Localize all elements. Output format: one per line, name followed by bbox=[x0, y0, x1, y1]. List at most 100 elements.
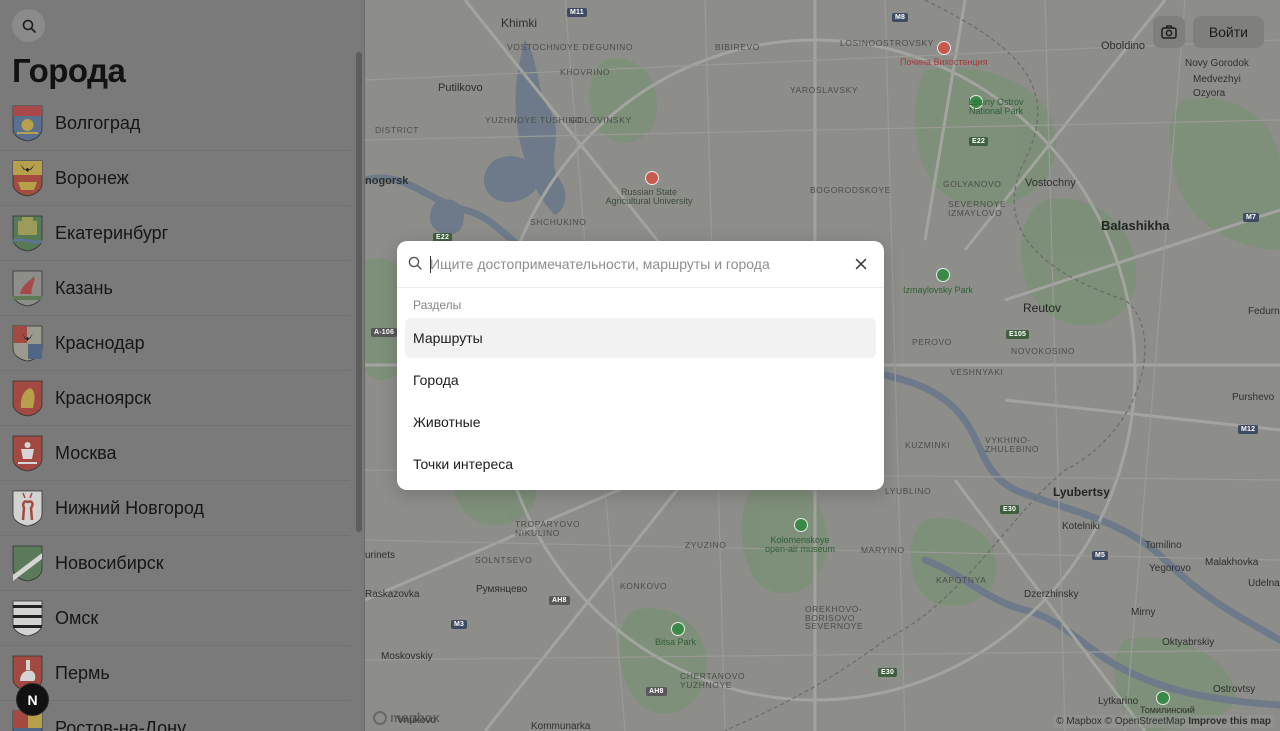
map-label-district: TROPARYOVO NIKULINO bbox=[515, 519, 581, 538]
map-label-city-balashikha: Balashikha bbox=[1101, 218, 1170, 233]
map-label-city-lyubertsy: Lyubertsy bbox=[1053, 485, 1110, 499]
city-list: Волгоград Воронеж Екатеринбург Казань Кр… bbox=[0, 96, 350, 731]
road-shield: M11 bbox=[567, 8, 587, 17]
city-item-nizhny-novgorod[interactable]: Нижний Новгород bbox=[0, 481, 350, 536]
map-label-town: Томилинский bbox=[1140, 705, 1195, 715]
map-label-town: Румянцево bbox=[476, 584, 528, 595]
mapbox-logo-text: mapbox bbox=[390, 710, 440, 725]
road-shield: M8 bbox=[892, 13, 909, 22]
yekaterinburg-coat-of-arms-icon bbox=[12, 215, 43, 252]
road-shield: A-106 bbox=[371, 328, 398, 337]
menu-item-label: Маршруты bbox=[413, 330, 483, 346]
novosibirsk-coat-of-arms-icon bbox=[12, 545, 43, 582]
map-label-district: BIBIREVO bbox=[715, 42, 760, 52]
mapbox-logo[interactable]: mapbox bbox=[373, 710, 440, 725]
map-label-khimki: Khimki bbox=[501, 16, 538, 30]
map-label-district: BOGORODSKOYE bbox=[810, 185, 891, 195]
university-pin-icon[interactable] bbox=[645, 171, 659, 185]
menu-item-routes[interactable]: Маршруты bbox=[405, 318, 876, 358]
map-label-town: Purshevo bbox=[1232, 392, 1275, 403]
map-label-town: Fedurn bbox=[1248, 306, 1280, 317]
search-input[interactable] bbox=[430, 252, 840, 276]
map-label-district: YAROSLAVSKY bbox=[790, 85, 859, 95]
city-name: Омск bbox=[55, 608, 99, 628]
museum-pin-icon[interactable] bbox=[794, 518, 808, 532]
map-label-district: CHERTANOVO YUZHNOYE bbox=[680, 671, 746, 690]
map-label-town: Lytkarino bbox=[1098, 696, 1139, 707]
moscow-coat-of-arms-icon bbox=[12, 435, 43, 472]
park-pin-icon[interactable] bbox=[936, 268, 950, 282]
map-label-town: Yegorovo bbox=[1149, 563, 1191, 574]
road-shield: M7 bbox=[1243, 213, 1260, 222]
city-item-rostov-on-don[interactable]: Ростов-на-Дону bbox=[0, 701, 350, 731]
map-label-district: NOVOKOSINO bbox=[1011, 346, 1076, 356]
map-label-district: GOLOVINSKY bbox=[570, 115, 632, 125]
city-item-krasnoyarsk[interactable]: Красноярск bbox=[0, 371, 350, 426]
map-label-town: Putilkovo bbox=[438, 82, 483, 94]
menu-item-points-of-interest[interactable]: Точки интереса bbox=[405, 444, 876, 484]
city-name: Пермь bbox=[55, 663, 110, 683]
cities-sidebar: Города Волгоград Воронеж Екатеринбург Ка… bbox=[0, 0, 365, 731]
sidebar-search-button[interactable] bbox=[12, 9, 45, 42]
road-shield: E105 bbox=[1006, 330, 1030, 339]
city-name: Нижний Новгород bbox=[55, 498, 205, 518]
city-item-yekaterinburg[interactable]: Екатеринбург bbox=[0, 206, 350, 261]
map-label-town: Dzerzhinsky bbox=[1024, 589, 1079, 600]
city-item-voronezh[interactable]: Воронеж bbox=[0, 151, 350, 206]
map-label-district: DISTRICT bbox=[375, 125, 419, 135]
map-label-district: SOLNTSEVO bbox=[475, 555, 533, 565]
city-name: Волгоград bbox=[55, 113, 141, 133]
volgograd-coat-of-arms-icon bbox=[12, 105, 43, 142]
road-shield: E22 bbox=[969, 137, 989, 146]
attribution-mapbox-link[interactable]: © Mapbox bbox=[1056, 716, 1102, 727]
city-name: Москва bbox=[55, 443, 117, 463]
city-item-omsk[interactable]: Омск bbox=[0, 591, 350, 646]
map-label-town: Oktyabrskiy bbox=[1162, 637, 1215, 648]
city-item-krasnodar[interactable]: Краснодар bbox=[0, 316, 350, 371]
road-shield: M3 bbox=[451, 620, 468, 629]
city-item-volgograd[interactable]: Волгоград bbox=[0, 96, 350, 151]
attribution-osm-link[interactable]: © OpenStreetMap bbox=[1105, 716, 1186, 727]
search-icon bbox=[408, 256, 422, 270]
city-item-moscow[interactable]: Москва bbox=[0, 426, 350, 481]
city-name: Ростов-на-Дону bbox=[55, 718, 187, 731]
city-item-novosibirsk[interactable]: Новосибирск bbox=[0, 536, 350, 591]
city-name: Воронеж bbox=[55, 168, 129, 188]
map-label-town: Medvezhyi bbox=[1193, 74, 1241, 85]
close-icon[interactable] bbox=[854, 257, 868, 271]
map-label-district: VESHNYAKI bbox=[950, 367, 1004, 377]
sidebar-scrollbar[interactable] bbox=[356, 52, 362, 532]
map-label-town: nogorsk bbox=[365, 175, 409, 187]
map-label-town: Moskovskiy bbox=[381, 651, 433, 662]
city-item-kazan[interactable]: Казань bbox=[0, 261, 350, 316]
map-label-district: GOLYANOVO bbox=[943, 179, 1002, 189]
park-pin-icon[interactable] bbox=[671, 622, 685, 636]
map-label-museum: Kolomenskoye open-air museum bbox=[764, 535, 836, 554]
map-label-district: VOSTOCHNOYE DEGUNINO bbox=[507, 42, 634, 52]
city-name: Красноярск bbox=[55, 388, 152, 408]
text-caret bbox=[430, 256, 431, 273]
city-name: Екатеринбург bbox=[55, 223, 169, 243]
map-label-district: KUZMINKI bbox=[905, 440, 951, 450]
menu-item-label: Города bbox=[413, 372, 459, 388]
hospital-pin-icon[interactable] bbox=[937, 41, 951, 55]
menu-item-animals[interactable]: Животные bbox=[405, 402, 876, 442]
menu-item-cities[interactable]: Города bbox=[405, 360, 876, 400]
park-pin-icon[interactable] bbox=[1156, 691, 1170, 705]
map-label-district: PEROVO bbox=[912, 337, 952, 347]
map-label-town: Ozyora bbox=[1193, 88, 1226, 99]
map-label-town: Oboldino bbox=[1101, 40, 1146, 52]
improve-map-link[interactable]: Improve this map bbox=[1188, 716, 1271, 727]
map-label-town: Vostochny bbox=[1025, 177, 1076, 189]
map-label-town: Ostrovtsy bbox=[1213, 684, 1256, 695]
map-label-district: KAPOTNYA bbox=[936, 575, 987, 585]
city-item-perm[interactable]: Пермь bbox=[0, 646, 350, 701]
map-label-town: Kommunarka bbox=[531, 721, 591, 731]
login-button[interactable]: Войти bbox=[1192, 16, 1264, 48]
sidebar-title: Города bbox=[12, 52, 126, 89]
map-label-district: OREKHOVO-BORISOVO SEVERNOYE bbox=[805, 604, 864, 631]
screenshot-button[interactable] bbox=[1152, 16, 1185, 48]
map-label-town: Mirny bbox=[1131, 607, 1156, 618]
road-shield: M5 bbox=[1092, 551, 1109, 560]
dev-tools-badge[interactable]: N bbox=[16, 683, 49, 716]
